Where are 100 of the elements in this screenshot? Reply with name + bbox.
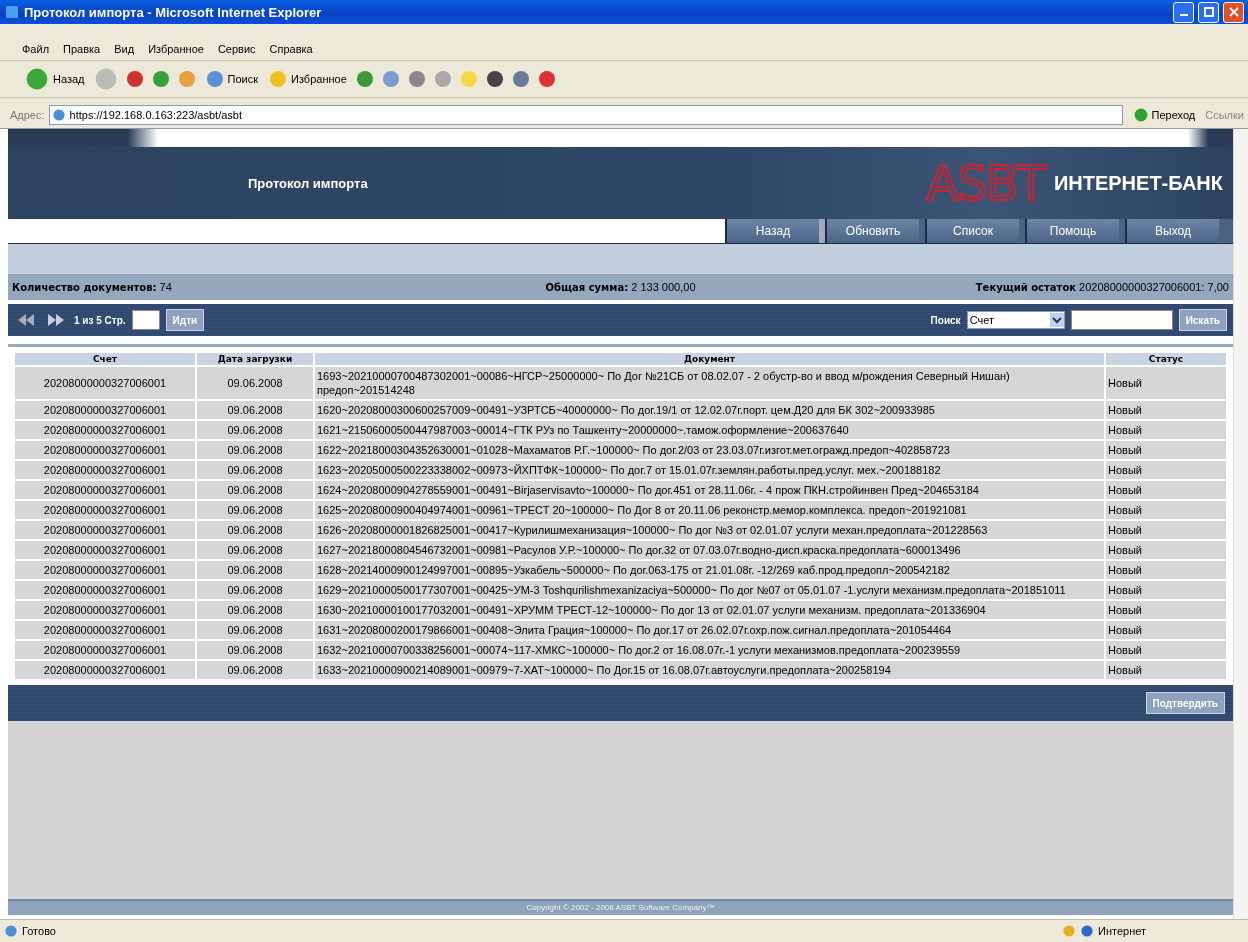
table-cell: 20208000000327006001	[15, 661, 195, 679]
table-cell: 1629~20210000500177307001~00425~УМ-3 Toshqurilishmexanizaciya~500000~ По дог №07 от 05.01.07 -1.услуги механизм.предоплата~201851011	[315, 581, 1104, 599]
table-cell: 1623~20205000500223338002~00973~ЙХПТФК~100000~ По дог.7 от 15.01.07г.землян.работы.пред.услуг. мех.~200188182	[315, 461, 1104, 479]
menu-item[interactable]: Избранное	[148, 43, 204, 55]
menu-item[interactable]: Правка	[63, 43, 101, 55]
table-cell: Новый	[1106, 461, 1226, 479]
column-header: Дата загрузки	[197, 353, 313, 365]
table-cell: 09.06.2008	[197, 561, 313, 579]
nav-tab[interactable]: Обновить	[825, 219, 919, 243]
table-cell: 09.06.2008	[197, 541, 313, 559]
maximize-icon	[1203, 7, 1214, 17]
table-cell: 09.06.2008	[197, 501, 313, 519]
table-cell: 1631~20208000200179866001~00408~Элита Грация~100000~ По дог.17 от 26.02.07г.охр.пож.сигнал.предоплата~201054464	[315, 621, 1104, 639]
column-header: Счет	[15, 353, 195, 365]
table-cell: 1633~20210000900214089001~00979~7-ХАТ~100000~ По Дог.15 от 16.08.07г.автоуслуги.предоплата~200258194	[315, 661, 1104, 679]
nav-tab[interactable]: Список	[925, 219, 1019, 243]
status-text: Готово	[22, 925, 57, 937]
table-cell: 20208000000327006001	[15, 581, 195, 599]
search-button[interactable]: Поиск	[202, 69, 260, 89]
table-cell: 1624~20208000904278559001~00491~Birjaservisavto~100000~ По дог.451 от 28.11.06г. - 4 прож ПКН.стройинвен Пред~204653184	[315, 481, 1104, 499]
menu-item[interactable]: Сервис	[217, 43, 256, 55]
table-cell: 1626~20208000001826825001~00417~Курилишмеханизация~100000~ По дог №3 от 02.01.07 услуги механ.предоплата~201228563	[315, 521, 1104, 539]
table-cell: 20208000000327006001	[15, 641, 195, 659]
table-cell: 09.06.2008	[197, 601, 313, 619]
close-icon	[1228, 7, 1239, 17]
table-cell: 1630~20210000100177032001~00491~ХРУММ ТРЕСТ-12~100000~ По дог 13 от 02.01.07 услуги механизм. предоплата~201336904	[315, 601, 1104, 619]
table-cell: 09.06.2008	[197, 441, 313, 459]
table-cell: Новый	[1106, 621, 1226, 639]
table-cell: 1628~20214000900124997001~00895~Узкабель~500000~ По дог.063-175 от 21.01.08г. -12/269 каб.прод.предопл~200542182	[315, 561, 1104, 579]
table-cell: 09.06.2008	[197, 621, 313, 639]
table-cell: 20208000000327006001	[15, 481, 195, 499]
address-label: Адрес:	[10, 109, 45, 121]
page-field[interactable]	[131, 310, 160, 330]
table-cell: Новый	[1106, 441, 1226, 459]
favorites-button[interactable]: Избранное	[266, 69, 349, 89]
column-header: Документ	[315, 353, 1104, 365]
table-cell: Новый	[1106, 401, 1226, 419]
table-cell: 1620~20208000300600257009~00491~УЗРТСБ~40000000~ По дог.19/1 от 12.02.07г.порт. цем.Д20 для БК 302~200933985	[315, 401, 1104, 419]
search-dropdown[interactable]: Счет	[966, 311, 1065, 329]
go-button[interactable]: Переход	[1126, 106, 1202, 124]
table-cell: Новый	[1106, 601, 1226, 619]
close-button[interactable]	[1223, 1, 1244, 23]
table-cell: 1621~21506000500447987003~00014~ГТК РУз по Ташкенту~20000000~.тамож.оформление~200637640	[315, 421, 1104, 439]
page-info: 1 из 5 Стр.	[74, 314, 126, 326]
zone-text: Интернет	[1098, 925, 1147, 937]
summary-text: Общая сумма: 2 133 000,00	[544, 281, 697, 293]
table-cell: 1627~20218000804546732001~00981~Расулов У.Р.~100000~ По дог.32 от 07.03.07г.водно-дисп.краска.предоплата~600013496	[315, 541, 1104, 559]
table-cell: 09.06.2008	[197, 581, 313, 599]
summary-text: Текущий остаток 20208000000327006001: 7,00	[974, 281, 1229, 293]
table-cell: 20208000000327006001	[15, 601, 195, 619]
column-header: Статус	[1106, 353, 1226, 365]
caret-icon	[1049, 313, 1064, 327]
table-cell: Новый	[1106, 421, 1226, 439]
table-cell: 1632~20210000700338256001~00074~117-ХМКС~100000~ По дог.2 от 16.08.07г.-1 услуги механизмов.предоплата~200239559	[315, 641, 1104, 659]
table-cell: Новый	[1106, 501, 1226, 519]
nav-tab[interactable]: Назад	[725, 219, 819, 243]
page-title: Протокол импорта	[248, 175, 369, 191]
table-cell: 09.06.2008	[197, 367, 313, 399]
table-cell: Новый	[1106, 541, 1226, 559]
table-cell: 20208000000327006001	[15, 541, 195, 559]
summary-text: Количество документов: 74	[12, 281, 173, 293]
table-cell: 1625~20208000900404974001~00961~ТРЕСТ 20~100000~ По Дог 8 от 20.11.06 реконстр.мемор.комплекса. предоп~201921081	[315, 501, 1104, 519]
table-cell: Новый	[1106, 521, 1226, 539]
scrollbar[interactable]	[1233, 129, 1248, 919]
search-field[interactable]	[1070, 310, 1173, 330]
nav-tab[interactable]: Помощь	[1025, 219, 1119, 243]
table-cell: 20208000000327006001	[15, 461, 195, 479]
search-label: Поиск	[930, 314, 961, 326]
table-cell: 20208000000327006001	[15, 367, 195, 399]
nav-tab[interactable]: Выход	[1125, 219, 1219, 243]
menu-item[interactable]: Справка	[269, 43, 313, 55]
table-cell: 09.06.2008	[197, 421, 313, 439]
table-cell: 09.06.2008	[197, 461, 313, 479]
table-cell: 1693~20210000700487302001~00086~НГСР~25000000~ По Дог №21СБ от 08.02.07 - 2 обустр-во и ввод м/рождения Северный Нишан) предоп~201514248	[315, 367, 1104, 399]
brand-name: ИНТЕРНЕТ-БАНК	[1053, 171, 1223, 195]
table-cell: Новый	[1106, 481, 1226, 499]
table-cell: 20208000000327006001	[15, 401, 195, 419]
table-cell: 09.06.2008	[197, 481, 313, 499]
table-cell: 20208000000327006001	[15, 521, 195, 539]
table-cell: 09.06.2008	[197, 661, 313, 679]
window-title: Протокол импорта - Microsoft Internet Explorer	[24, 4, 323, 20]
table-cell: Новый	[1106, 581, 1226, 599]
table-cell: 1622~20218000304352630001~01028~Махаматов Р.Г.~100000~ По дог.2/03 от 23.03.07г.изгот.мет.огражд.предоп~402858723	[315, 441, 1104, 459]
copyright-text: Copyright © 2002 - 2008 ASBT Software Company™	[8, 899, 1233, 915]
menu-item[interactable]: Вид	[114, 43, 135, 55]
table-cell: 20208000000327006001	[15, 441, 195, 459]
table-cell: Новый	[1106, 661, 1226, 679]
table-cell: 09.06.2008	[197, 521, 313, 539]
menu-item[interactable]: Файл	[22, 43, 50, 55]
table-cell: Новый	[1106, 367, 1226, 399]
back-button[interactable]: Назад	[22, 66, 87, 92]
maximize-button[interactable]	[1198, 1, 1219, 23]
table-cell: 20208000000327006001	[15, 501, 195, 519]
table-cell: 20208000000327006001	[15, 561, 195, 579]
table-cell: Новый	[1106, 561, 1226, 579]
table-cell: 20208000000327006001	[15, 621, 195, 639]
minimize-button[interactable]	[1173, 1, 1194, 23]
table-cell: 20208000000327006001	[15, 421, 195, 439]
address-field[interactable]: https://192.168.0.163:223/asbt/asbt	[48, 105, 1123, 125]
table-cell: 09.06.2008	[197, 401, 313, 419]
